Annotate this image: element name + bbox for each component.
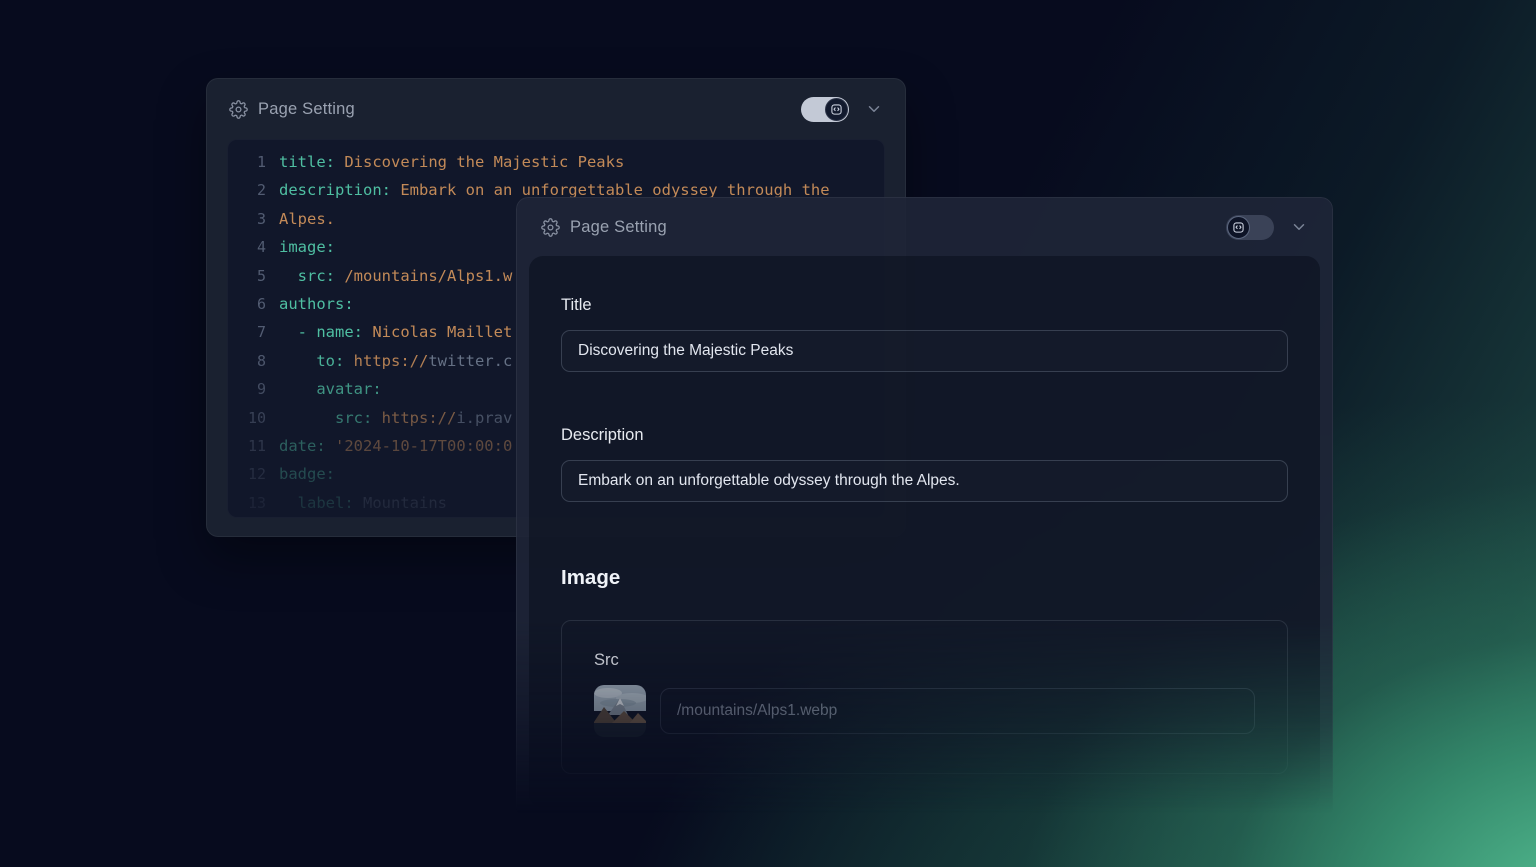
- panel-title: Page Setting: [570, 218, 667, 237]
- title-input[interactable]: [561, 330, 1288, 372]
- description-field-label: Description: [561, 426, 1288, 445]
- panel-header: Page Setting: [207, 79, 905, 139]
- gear-icon: [541, 218, 560, 237]
- page-setting-form: Title Description Image Src: [529, 256, 1320, 808]
- page-setting-form-panel: Page Setting Title Description Image Src: [516, 197, 1333, 819]
- panel-title: Page Setting: [258, 100, 355, 119]
- header-actions: [801, 97, 883, 122]
- panel-header: Page Setting: [517, 198, 1332, 256]
- image-src-input[interactable]: [660, 688, 1255, 734]
- code-badge-icon: [830, 103, 843, 116]
- image-settings-card: Src: [561, 620, 1288, 774]
- mountain-photo-icon: [594, 685, 646, 737]
- description-input[interactable]: [561, 460, 1288, 502]
- chevron-down-icon[interactable]: [865, 100, 883, 118]
- image-section-heading: Image: [561, 566, 1288, 590]
- code-view-toggle[interactable]: [1226, 215, 1274, 240]
- src-row: [594, 685, 1255, 737]
- code-view-toggle[interactable]: [801, 97, 849, 122]
- chevron-down-icon[interactable]: [1290, 218, 1308, 236]
- title-field-label: Title: [561, 296, 1288, 315]
- code-line: 1title: Discovering the Majestic Peaks: [242, 148, 870, 176]
- toggle-knob: [825, 98, 848, 121]
- gear-icon: [229, 100, 248, 119]
- image-thumbnail: [594, 685, 646, 737]
- src-field-label: Src: [594, 651, 1255, 670]
- toggle-knob: [1227, 216, 1250, 239]
- code-badge-icon: [1232, 221, 1245, 234]
- header-actions: [1226, 215, 1308, 240]
